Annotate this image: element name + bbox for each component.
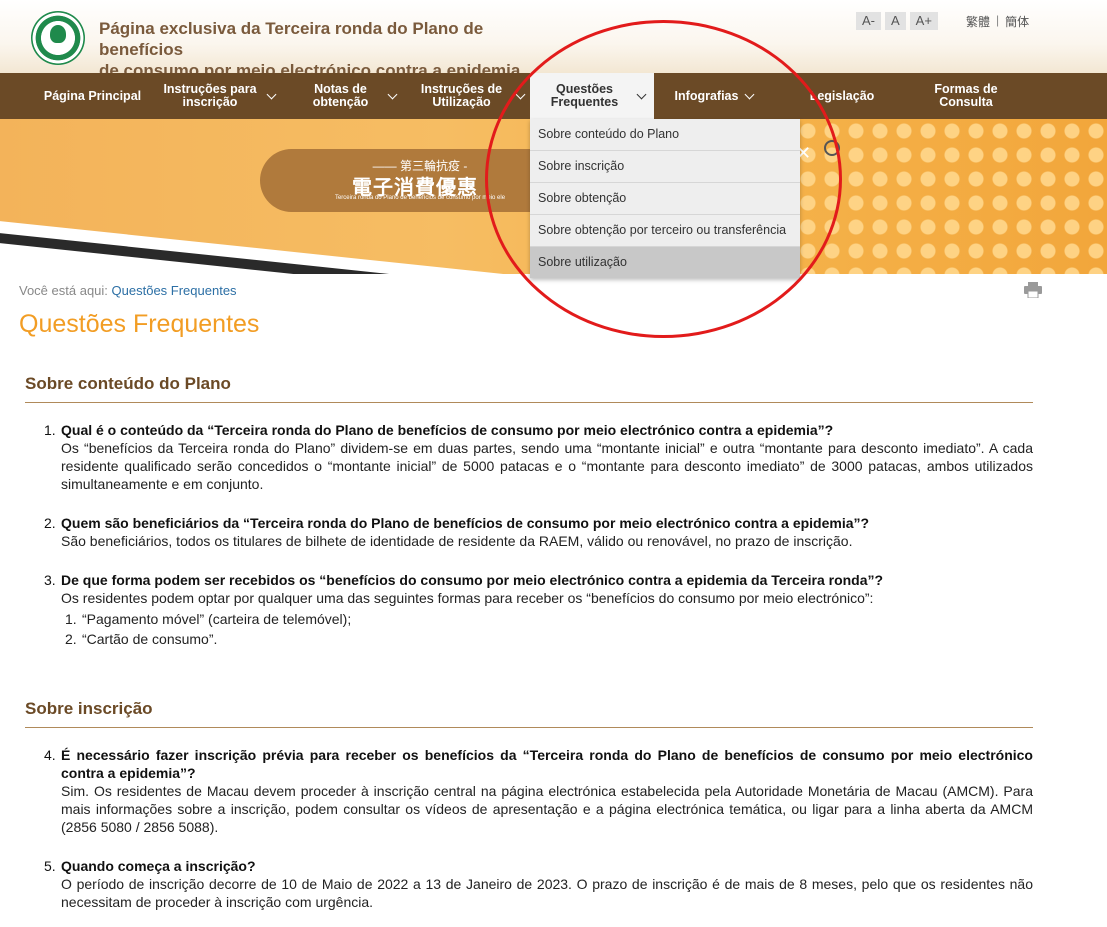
faq-question: 2. Quem são beneficiários da “Terceira r… bbox=[44, 514, 1033, 532]
main-nav: Página Principal Instruções para inscriç… bbox=[0, 73, 1107, 119]
chevron-down-icon bbox=[636, 89, 646, 99]
faq-number: 1. bbox=[44, 422, 56, 438]
search-icon[interactable] bbox=[824, 140, 840, 156]
lang-separator: | bbox=[996, 13, 1000, 27]
nav-item-formas-consulta[interactable]: Formas de Consulta bbox=[920, 73, 1012, 119]
faq-item: 5. Quando começa a inscrição? O período … bbox=[44, 857, 1033, 911]
dropdown-item-utilizacao[interactable]: Sobre utilização bbox=[530, 247, 800, 278]
site-title-line1: Página exclusiva da Terceira ronda do Pl… bbox=[99, 19, 484, 59]
nav-label: Notas de obtenção bbox=[312, 82, 369, 109]
sub-list-item: 1. “Pagamento móvel” (carteira de telemó… bbox=[65, 609, 1033, 629]
faq-question: 5. Quando começa a inscrição? bbox=[44, 857, 1033, 875]
nav-label: Infografias bbox=[674, 88, 739, 103]
nav-item-questoes-frequentes[interactable]: Questões Frequentes bbox=[530, 73, 654, 119]
sub-list-number: 1. bbox=[65, 611, 77, 627]
language-switcher: 繁體 | 簡体 bbox=[966, 13, 1029, 30]
sub-list-item: 2. “Cartão de consumo”. bbox=[65, 629, 1033, 649]
faq-content: Sobre conteúdo do Plano 1. Qual é o cont… bbox=[25, 374, 1033, 911]
faq-item: 1. Qual é o conteúdo da “Terceira ronda … bbox=[44, 421, 1033, 493]
nav-item-notas-obtencao[interactable]: Notas de obtenção bbox=[293, 73, 403, 119]
nav-label: Questões Frequentes bbox=[550, 82, 619, 109]
chevron-down-icon bbox=[515, 89, 526, 99]
lang-simplified-link[interactable]: 簡体 bbox=[1005, 13, 1029, 30]
sub-list-text: “Cartão de consumo”. bbox=[82, 631, 218, 647]
faq-item: 3. De que forma podem ser recebidos os “… bbox=[44, 571, 1033, 649]
faq-number: 3. bbox=[44, 572, 56, 588]
faq-question-text: Quem são beneficiários da “Terceira rond… bbox=[61, 515, 870, 531]
nav-label: Instruções de Utilização bbox=[420, 82, 503, 109]
chevron-down-icon bbox=[745, 89, 755, 99]
sub-list-text: “Pagamento móvel” (carteira de telemóvel… bbox=[82, 611, 352, 627]
font-reset-button[interactable]: A bbox=[885, 12, 906, 30]
breadcrumb-prefix: Você está aqui: bbox=[19, 283, 108, 298]
faq-item: 2. Quem são beneficiários da “Terceira r… bbox=[44, 514, 1033, 550]
nav-label: Página Principal bbox=[43, 88, 142, 103]
faq-question-text: Quando começa a inscrição? bbox=[61, 858, 256, 874]
faq-answer: Os residentes podem optar por qualquer u… bbox=[61, 590, 874, 606]
page-title: Questões Frequentes bbox=[19, 310, 260, 338]
faq-question-text: De que forma podem ser recebidos os “ben… bbox=[61, 572, 884, 588]
faq-dropdown-menu: Sobre conteúdo do Plano Sobre inscrição … bbox=[530, 119, 800, 278]
faq-question-text: É necessário fazer inscrição prévia para… bbox=[61, 747, 1033, 781]
chevron-down-icon bbox=[387, 89, 397, 99]
faq-answer: Sim. Os residentes de Macau devem proced… bbox=[61, 783, 1033, 835]
dropdown-item-obtencao[interactable]: Sobre obtenção bbox=[530, 183, 800, 215]
sub-list: 1. “Pagamento móvel” (carteira de telemó… bbox=[65, 609, 1033, 649]
nav-item-legislacao[interactable]: Legislação bbox=[800, 73, 884, 119]
site-title[interactable]: Página exclusiva da Terceira ronda do Pl… bbox=[99, 18, 569, 81]
site-header: Página exclusiva da Terceira ronda do Pl… bbox=[0, 0, 1107, 80]
nav-item-pagina-principal[interactable]: Página Principal bbox=[36, 73, 149, 119]
faq-question: 4. É necessário fazer inscrição prévia p… bbox=[44, 746, 1033, 782]
nav-label: Instruções para inscrição bbox=[163, 82, 257, 109]
nav-label: Legislação bbox=[809, 88, 875, 103]
faq-question-text: Qual é o conteúdo da “Terceira ronda do … bbox=[61, 422, 834, 438]
faq-question: 1. Qual é o conteúdo da “Terceira ronda … bbox=[44, 421, 1033, 439]
breadcrumb-current-link[interactable]: Questões Frequentes bbox=[112, 283, 237, 298]
nav-item-instrucoes-utilizacao[interactable]: Instruções de Utilização bbox=[410, 73, 528, 119]
nav-item-instrucoes-inscricao[interactable]: Instruções para inscrição bbox=[155, 73, 280, 119]
sub-list-number: 2. bbox=[65, 631, 77, 647]
faq-number: 2. bbox=[44, 515, 56, 531]
nav-item-infografias[interactable]: Infografias bbox=[664, 73, 764, 119]
nav-label: Formas de Consulta bbox=[934, 82, 998, 109]
faq-question: 3. De que forma podem ser recebidos os “… bbox=[44, 571, 1033, 589]
faq-answer: Os “benefícios da Terceira ronda do Plan… bbox=[61, 440, 1033, 492]
font-increase-button[interactable]: A+ bbox=[909, 12, 938, 30]
faq-answer: São beneficiários, todos os titulares de… bbox=[61, 533, 853, 549]
print-icon[interactable] bbox=[1024, 282, 1042, 298]
lang-traditional-link[interactable]: 繁體 bbox=[966, 13, 990, 30]
faq-answer: O período de inscrição decorre de 10 de … bbox=[61, 876, 1033, 910]
dropdown-item-terceiro-transferencia[interactable]: Sobre obtenção por terceiro ou transferê… bbox=[530, 215, 800, 247]
faq-number: 4. bbox=[44, 747, 56, 763]
faq-number: 5. bbox=[44, 858, 56, 874]
font-size-tools: A- A A+ bbox=[856, 12, 938, 30]
dropdown-item-inscricao[interactable]: Sobre inscrição bbox=[530, 151, 800, 183]
section-title-inscricao: Sobre inscrição bbox=[25, 699, 1033, 728]
section-title-conteudo: Sobre conteúdo do Plano bbox=[25, 374, 1033, 403]
dropdown-item-conteudo[interactable]: Sobre conteúdo do Plano bbox=[530, 119, 800, 151]
faq-item: 4. É necessário fazer inscrição prévia p… bbox=[44, 746, 1033, 836]
breadcrumb: Você está aqui: Questões Frequentes bbox=[19, 283, 237, 298]
macau-emblem-logo[interactable] bbox=[31, 11, 85, 65]
chevron-down-icon bbox=[266, 89, 277, 99]
font-decrease-button[interactable]: A- bbox=[856, 12, 881, 30]
